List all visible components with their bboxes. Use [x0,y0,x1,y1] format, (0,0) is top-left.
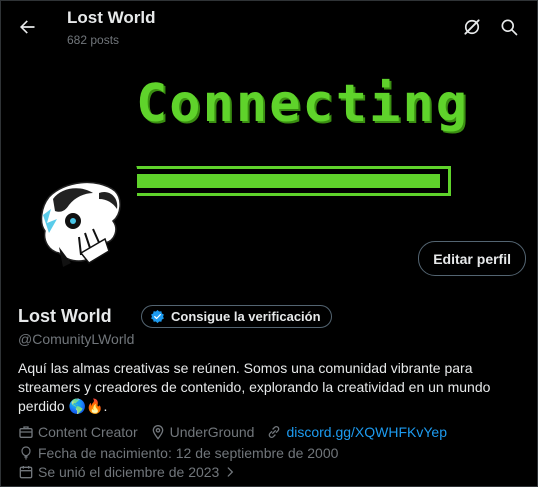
banner-progress-fill [111,174,440,188]
profile-page: Lost World 682 posts Connecting Editar p… [0,0,538,487]
profile-name: Lost World [18,306,112,326]
profile-meta-row-1: Content Creator UnderGround discord.gg/X… [18,424,459,440]
banner-progress-bar [103,166,451,196]
post-count: 682 posts [67,33,120,47]
link-icon [269,426,280,438]
profile-meta-row-3: Se unió el diciembre de 2023 [18,464,249,480]
profile-bio: Aquí las almas creativas se reúnen. Somo… [18,360,491,414]
birthdate-label: Fecha de nacimiento: 12 de septiembre de… [38,445,339,461]
get-verified-button[interactable]: Consigue la verificación [141,305,332,328]
profile-link[interactable]: discord.gg/XQWHFKvYep [266,424,447,440]
briefcase-icon [19,426,33,438]
search-icon [501,19,518,36]
location-pin-icon [152,425,163,440]
banner-text: Connecting [136,74,470,134]
search-button[interactable] [493,11,525,43]
balloon-icon [21,446,31,460]
profile-handle: @ComunityLWorld [18,331,135,347]
website-link[interactable]: discord.gg/XQWHFKvYep [286,424,447,440]
skull-logo-image [40,181,121,267]
profile-location: UnderGround [150,424,255,440]
get-verified-label: Consigue la verificación [171,309,321,324]
back-button[interactable] [11,11,43,43]
avatar[interactable] [19,163,137,281]
profile-category: Content Creator [18,424,138,440]
calendar-icon [19,466,33,479]
back-arrow-icon [20,20,35,34]
verified-badge-icon [151,309,164,324]
chevron-right-icon [227,467,234,477]
joined-label: Se unió el diciembre de 2023 [38,464,220,480]
category-label: Content Creator [38,424,138,440]
profile-birthdate: Fecha de nacimiento: 12 de septiembre de… [18,445,338,461]
location-label: UnderGround [169,424,255,440]
edit-profile-button[interactable]: Editar perfil [418,241,526,276]
grok-button[interactable] [456,11,488,43]
header-title: Lost World [67,8,156,27]
profile-joined[interactable]: Se unió el diciembre de 2023 [18,464,237,480]
grok-icon [464,19,480,35]
profile-meta-row-2: Fecha de nacimiento: 12 de septiembre de… [18,445,350,461]
